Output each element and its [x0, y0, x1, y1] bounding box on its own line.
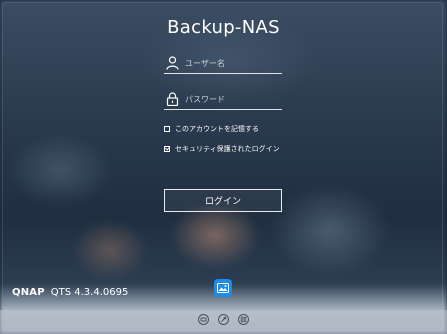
user-icon [166, 56, 179, 70]
password-field[interactable] [164, 91, 282, 110]
password-input[interactable] [185, 91, 279, 107]
remember-label: このアカウントを記憶する [175, 125, 259, 133]
secure-login-label: セキュリティ保護されたログイン [175, 145, 280, 153]
login-button[interactable]: ログイン [164, 189, 282, 212]
page-title: Backup-NAS [167, 17, 280, 38]
brand: QNAP QTS 4.3.4.0695 [12, 287, 128, 298]
username-input[interactable] [185, 55, 279, 71]
username-field[interactable] [164, 55, 282, 74]
photo-app-icon[interactable] [214, 279, 232, 297]
secure-login-row[interactable]: セキュリティ保護されたログイン [164, 143, 280, 155]
lock-icon [166, 92, 179, 106]
firmware-version: QTS 4.3.4.0695 [50, 287, 129, 298]
mobile-icon[interactable] [238, 314, 249, 325]
helpdesk-icon[interactable] [198, 314, 209, 325]
qnap-logo: QNAP [12, 287, 45, 298]
photo-icon [217, 283, 229, 293]
tools-icon[interactable] [218, 314, 229, 325]
secure-login-checkbox[interactable] [164, 146, 170, 152]
remember-account-row[interactable]: このアカウントを記憶する [164, 123, 259, 135]
remember-checkbox[interactable] [164, 126, 170, 132]
